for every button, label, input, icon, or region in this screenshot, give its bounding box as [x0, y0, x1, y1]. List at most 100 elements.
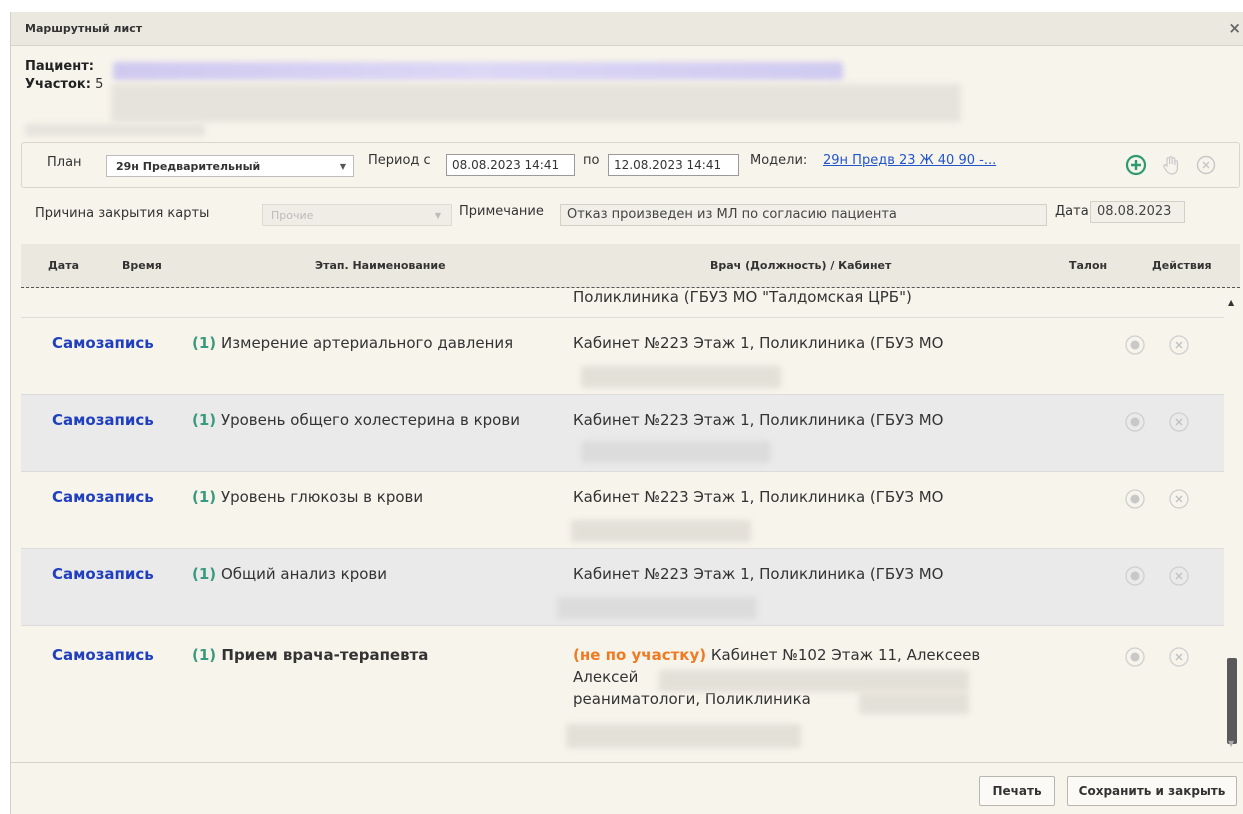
stage-count: (1) [192, 488, 217, 506]
stage-cell: (1) Уровень общего холестерина в крови [192, 409, 532, 431]
table-row: Поликлиника (ГБУЗ МО "Талдомская ЦРБ") [21, 288, 1224, 318]
remove-circle-icon[interactable] [1168, 411, 1190, 433]
column-header-ticket[interactable]: Талон [1069, 259, 1107, 272]
doctor-dept: реаниматологи, Поликлиника [573, 690, 811, 708]
redacted-doctor-info [581, 441, 771, 463]
models-label: Модели: [750, 153, 808, 168]
plan-select-value: 29н Предварительный [116, 160, 261, 173]
stage-cell: (1) Прием врача-терапевта [192, 644, 572, 666]
save-close-button[interactable]: Сохранить и закрыть [1067, 776, 1237, 806]
close-icon[interactable]: × [1228, 19, 1241, 37]
dropdown-arrow-icon: ▼ [434, 211, 441, 220]
stage-name: Общий анализ крови [220, 565, 388, 583]
dropdown-arrow-icon: ▼ [339, 162, 346, 171]
table-row: Самозапись (1) Измерение артериального д… [21, 318, 1224, 395]
period-from-label: Период с [368, 153, 431, 168]
plan-panel: План 29н Предварительный ▼ Период с 08.0… [21, 142, 1240, 188]
stage-count: (1) [192, 646, 217, 664]
stage-name: Измерение артериального давления [220, 334, 514, 352]
note-input[interactable]: Отказ произведен из МЛ по согласию пацие… [560, 204, 1047, 226]
record-circle-icon[interactable] [1124, 411, 1146, 433]
redacted-doctor-info [557, 597, 757, 619]
plan-label: План [47, 155, 82, 170]
redacted-doctor-info [571, 520, 751, 542]
area-label: Участок: [25, 77, 91, 92]
record-circle-icon[interactable] [1124, 334, 1146, 356]
stage-name: Уровень общего холестерина в крови [220, 411, 520, 429]
doctor-cell: Кабинет №223 Этаж 1, Поликлиника (ГБУЗ М… [573, 334, 944, 352]
remove-circle-icon[interactable] [1194, 153, 1218, 177]
stage-count: (1) [192, 411, 217, 429]
patient-info: Пациент: Участок: 5 [25, 58, 103, 94]
scroll-up-arrow-icon[interactable]: ▲ [1228, 298, 1234, 307]
remove-circle-icon[interactable] [1168, 565, 1190, 587]
area-value: 5 [95, 77, 104, 92]
self-record-link[interactable]: Самозапись [52, 486, 154, 508]
doctor-cell: Кабинет №223 Этаж 1, Поликлиника (ГБУЗ М… [573, 565, 944, 583]
date-input[interactable]: 08.08.2023 [1090, 201, 1185, 223]
self-record-link[interactable]: Самозапись [52, 563, 154, 585]
stage-cell: (1) Измерение артериального давления [192, 332, 572, 354]
remove-circle-icon[interactable] [1168, 334, 1190, 356]
stage-cell: (1) Общий анализ крови [192, 563, 572, 585]
record-circle-icon[interactable] [1124, 488, 1146, 510]
redacted-extra-info [25, 124, 205, 136]
redacted-patient-name [113, 62, 843, 80]
self-record-link[interactable]: Самозапись [52, 409, 154, 431]
table-body[interactable]: Поликлиника (ГБУЗ МО "Талдомская ЦРБ") С… [21, 288, 1224, 764]
redacted-doctor-info [659, 670, 969, 692]
scroll-thumb[interactable] [1227, 658, 1237, 744]
dialog-footer: Печать Сохранить и закрыть [11, 762, 1243, 814]
date-label: Дата [1055, 204, 1089, 219]
not-in-area-flag: (не по участку) [573, 646, 707, 664]
self-record-link[interactable]: Самозапись [52, 332, 154, 354]
hand-icon[interactable] [1159, 153, 1183, 177]
scroll-down-arrow-icon[interactable]: ▼ [1228, 739, 1234, 748]
route-sheet-dialog: Маршрутный лист × Пациент: Участок: 5 Пл… [10, 12, 1243, 814]
dialog-title: Маршрутный лист [25, 22, 143, 35]
column-header-time[interactable]: Время [122, 259, 162, 272]
period-from-input[interactable]: 08.08.2023 14:41 [446, 154, 575, 176]
patient-label: Пациент: [25, 59, 94, 74]
redacted-doctor-info [859, 692, 969, 714]
plan-select[interactable]: 29н Предварительный ▼ [106, 155, 354, 177]
close-reason-label: Причина закрытия карты [35, 206, 210, 221]
table-header: Дата Время Этап. Наименование Врач (Долж… [21, 244, 1240, 288]
period-to-label: по [583, 153, 600, 168]
doctor-text: Кабинет №102 Этаж 11, Алексеев [710, 646, 981, 664]
self-record-link[interactable]: Самозапись [52, 644, 154, 666]
table-scrollbar[interactable]: ▲ ▼ [1224, 288, 1240, 764]
table-row: Самозапись (1) Уровень общего холестерин… [21, 395, 1224, 472]
redacted-area-info [111, 84, 961, 122]
redacted-doctor-info [581, 366, 781, 388]
remove-circle-icon[interactable] [1168, 488, 1190, 510]
doctor-cell: Кабинет №223 Этаж 1, Поликлиника (ГБУЗ М… [573, 488, 944, 506]
table-row: Самозапись (1) Общий анализ крови Кабине… [21, 549, 1224, 626]
stage-cell: (1) Уровень глюкозы в крови [192, 486, 572, 508]
column-header-actions[interactable]: Действия [1152, 259, 1212, 272]
column-header-stage[interactable]: Этап. Наименование [315, 259, 446, 272]
stage-name: Прием врача-терапевта [221, 646, 429, 664]
doctor-cell: Поликлиника (ГБУЗ МО "Талдомская ЦРБ") [573, 288, 912, 306]
models-link[interactable]: 29н Предв 23 Ж 40 90 -... [823, 153, 996, 168]
column-header-doctor[interactable]: Врач (Должность) / Кабинет [710, 259, 891, 272]
note-label: Примечание [459, 204, 544, 219]
add-plus-circle-icon[interactable] [1124, 153, 1148, 177]
period-to-input[interactable]: 12.08.2023 14:41 [608, 154, 739, 176]
dialog-title-bar[interactable]: Маршрутный лист × [11, 12, 1243, 46]
close-reason-select[interactable]: Прочие ▼ [262, 204, 452, 226]
column-header-date[interactable]: Дата [48, 259, 79, 272]
print-button[interactable]: Печать [979, 776, 1055, 806]
stage-name: Уровень глюкозы в крови [220, 488, 424, 506]
remove-circle-icon[interactable] [1168, 646, 1190, 668]
record-circle-icon[interactable] [1124, 565, 1146, 587]
record-circle-icon[interactable] [1124, 646, 1146, 668]
table-row: Самозапись (1) Уровень глюкозы в крови К… [21, 472, 1224, 549]
close-reason-value: Прочие [271, 209, 314, 222]
doctor-cell: Кабинет №223 Этаж 1, Поликлиника (ГБУЗ М… [573, 411, 944, 429]
table-row: Самозапись (1) Прием врача-терапевта (не… [21, 626, 1224, 764]
redacted-doctor-info [566, 724, 801, 748]
stage-count: (1) [192, 565, 217, 583]
doctor-name: Алексей [573, 668, 639, 686]
stage-count: (1) [192, 334, 217, 352]
